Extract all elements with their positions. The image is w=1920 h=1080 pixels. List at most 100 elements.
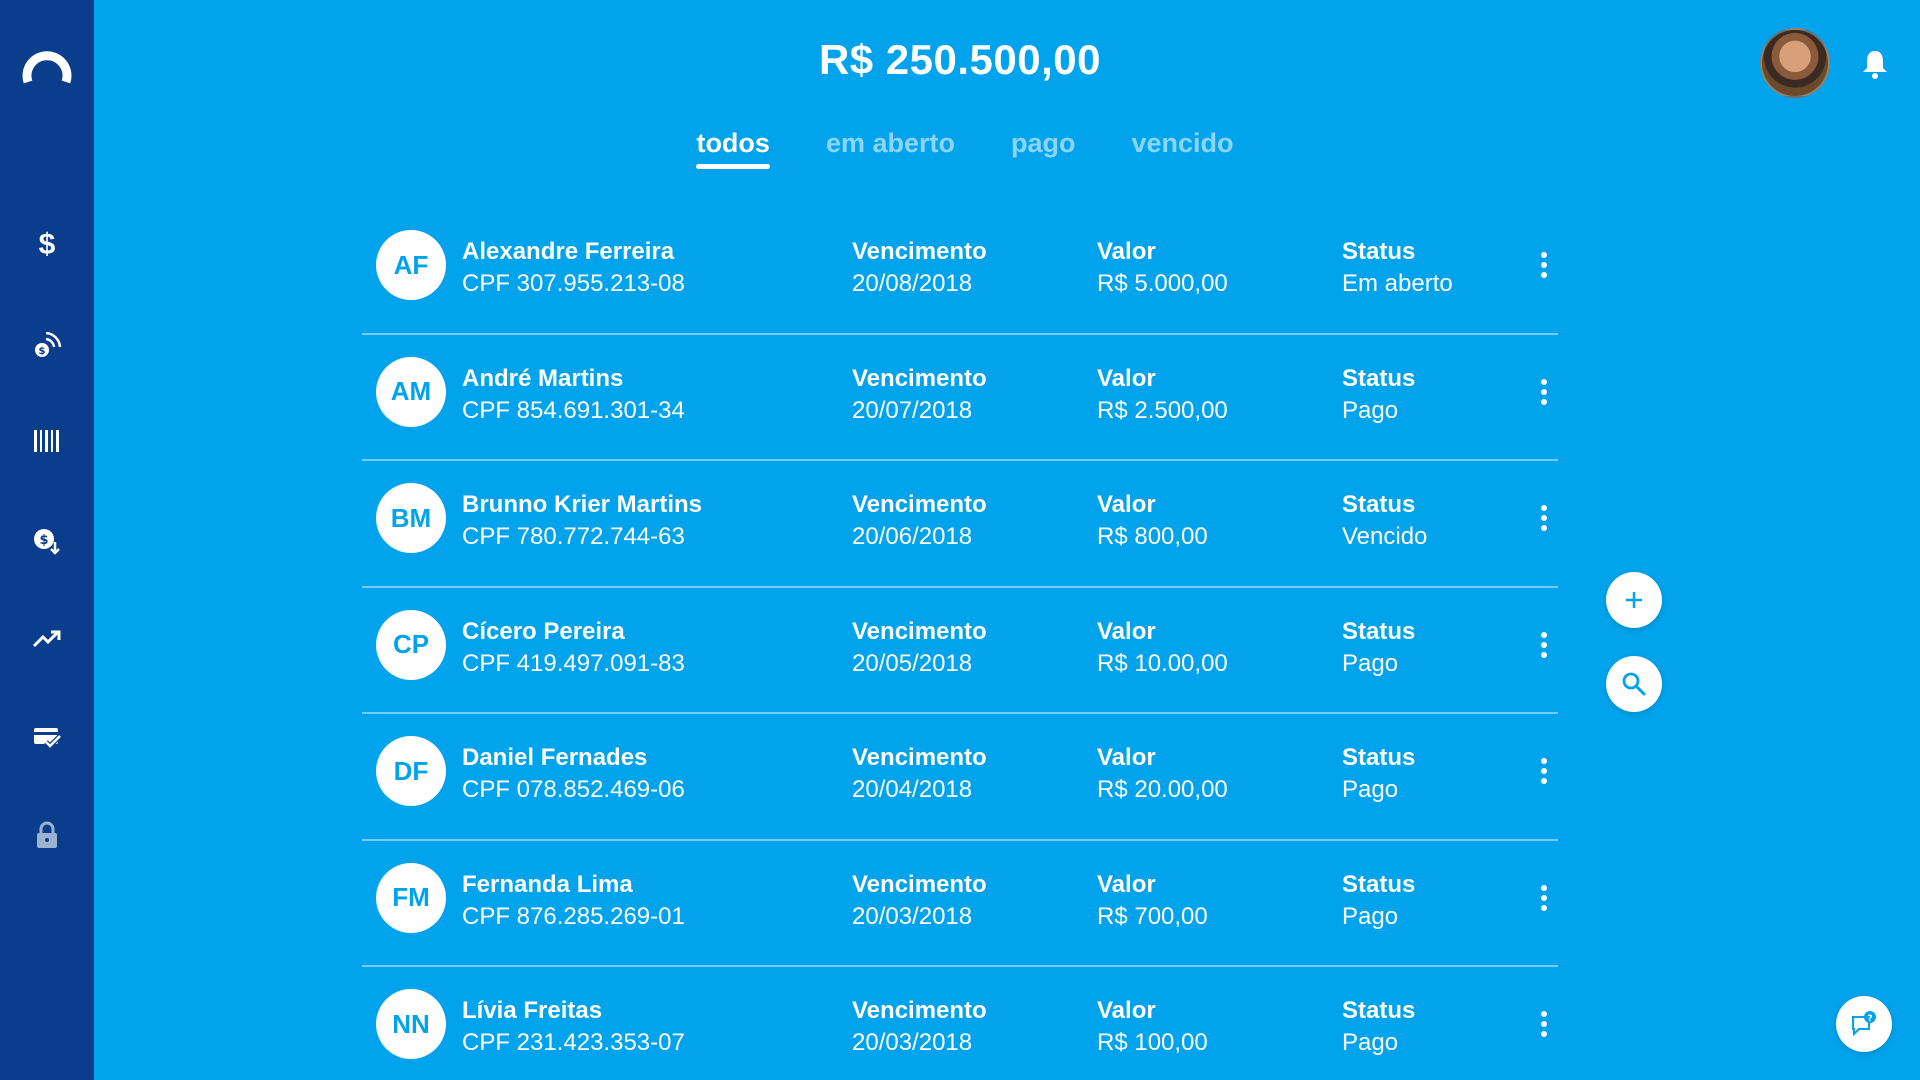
tab-vencido[interactable]: vencido [1132,128,1234,169]
amount-value: R$ 5.000,00 [1097,270,1228,297]
due-label: Vencimento [852,238,987,265]
status-label: Status [1342,491,1416,518]
amount: Valor R$ 10.00,00 [1097,616,1228,680]
card-check-icon [34,728,62,750]
due-label: Vencimento [852,491,987,518]
bell-icon[interactable] [1860,48,1890,80]
amount-value: R$ 800,00 [1097,523,1208,550]
due-value: 20/03/2018 [852,902,973,930]
status-label: Status [1342,617,1416,645]
status: Status Pago [1342,869,1415,933]
amount: Valor R$ 100,00 [1097,995,1208,1059]
customer-cpf: CPF 419.497.091-83 [462,649,685,677]
chat-help-icon: ? [1852,1011,1876,1037]
amount-label: Valor [1097,238,1156,265]
due-value: 20/06/2018 [852,523,973,550]
list-item[interactable]: FM Fernanda Lima CPF 876.285.269-01 Venc… [362,841,1558,967]
status: Status Pago [1342,616,1415,680]
amount-value: R$ 100,00 [1097,1029,1208,1056]
list-item[interactable]: AF Alexandre Ferreira CPF 307.955.213-08… [362,208,1558,335]
tab-todos[interactable]: todos [696,128,770,169]
due-label: Vencimento [852,744,987,771]
customer-name: André Martins [462,364,624,392]
more-options-icon[interactable] [1532,881,1556,915]
due-date: Vencimento 20/07/2018 [852,363,987,427]
customer-cpf: CPF 078.852.469-06 [462,776,685,803]
customer-info: Fernanda Lima CPF 876.285.269-01 [462,869,685,933]
due-date: Vencimento 20/03/2018 [852,869,987,933]
customer-info: Lívia Freitas CPF 231.423.353-07 [462,995,685,1059]
list-item[interactable]: AM André Martins CPF 854.691.301-34 Venc… [362,335,1558,461]
status-value: Pago [1342,902,1399,930]
withdraw-money-icon: $ [34,529,60,555]
amount-label: Valor [1097,364,1156,392]
due-value: 20/04/2018 [852,776,973,803]
customer-name: Alexandre Ferreira [462,238,675,265]
amount: Valor R$ 20.00,00 [1097,742,1228,806]
payment-signal-icon: $ [35,331,62,357]
barcode-icon [34,430,59,452]
due-value: 20/05/2018 [852,649,973,677]
customer-info: Cícero Pereira CPF 419.497.091-83 [462,616,685,680]
more-options-icon[interactable] [1532,375,1556,409]
avatar-initials: DF [376,736,446,806]
invoice-list: AF Alexandre Ferreira CPF 307.955.213-08… [362,208,1558,1080]
sidebar-item-security[interactable] [22,810,72,860]
svg-text:?: ? [1867,1014,1872,1024]
search-button[interactable] [1606,656,1662,712]
list-item[interactable]: NN Lívia Freitas CPF 231.423.353-07 Venc… [362,967,1558,1080]
amount-label: Valor [1097,491,1156,518]
lock-icon [37,821,57,848]
amount: Valor R$ 800,00 [1097,489,1208,553]
customer-name: Brunno Krier Martins [462,491,703,518]
status-value: Em aberto [1342,270,1453,297]
due-value: 20/08/2018 [852,270,973,297]
tab-pago[interactable]: pago [1011,128,1076,169]
due-label: Vencimento [852,997,987,1024]
amount-label: Valor [1097,997,1156,1024]
sidebar-item-barcode[interactable] [22,416,72,466]
amount-value: R$ 10.00,00 [1097,649,1228,677]
customer-cpf: CPF 307.955.213-08 [462,270,685,297]
customer-info: Alexandre Ferreira CPF 307.955.213-08 [462,236,685,300]
list-item[interactable]: CP Cícero Pereira CPF 419.497.091-83 Ven… [362,588,1558,714]
more-options-icon[interactable] [1532,1007,1556,1041]
avatar-initials: CP [376,609,446,680]
total-balance: R$ 250.500,00 [818,36,1102,83]
more-options-icon[interactable] [1532,628,1556,662]
sidebar-item-cards[interactable] [22,712,72,762]
avatar-initials: FM [376,862,446,933]
customer-name: Cícero Pereira [462,617,625,645]
status: Status Em aberto [1342,236,1453,300]
sidebar-item-analytics[interactable] [22,614,72,664]
more-options-icon[interactable] [1532,248,1556,282]
amount-value: R$ 20.00,00 [1097,776,1228,803]
status-label: Status [1342,744,1416,771]
status-value: Pago [1342,396,1399,424]
customer-name: Lívia Freitas [462,997,603,1024]
due-date: Vencimento 20/05/2018 [852,616,987,680]
status-label: Status [1342,870,1416,898]
help-chat-button[interactable]: ? [1836,996,1892,1052]
user-avatar[interactable] [1760,28,1830,98]
list-item[interactable]: DF Daniel Fernades CPF 078.852.469-06 Ve… [362,714,1558,841]
svg-text:$: $ [39,346,46,357]
due-date: Vencimento 20/04/2018 [852,742,987,806]
status: Status Pago [1342,742,1415,806]
more-options-icon[interactable] [1532,501,1556,535]
avatar-initials: AM [376,356,446,427]
more-options-icon[interactable] [1532,754,1556,788]
due-date: Vencimento 20/03/2018 [852,995,987,1059]
sidebar-item-dollar[interactable]: $ [22,220,72,270]
amount: Valor R$ 700,00 [1097,869,1208,933]
plus-icon [1626,592,1642,608]
tab-em-aberto[interactable]: em aberto [826,128,955,169]
customer-cpf: CPF 854.691.301-34 [462,396,685,424]
sidebar-item-receivables[interactable]: $ [22,320,72,370]
status-value: Pago [1342,649,1399,677]
amount-label: Valor [1097,744,1156,771]
amount-label: Valor [1097,870,1156,898]
list-item[interactable]: BM Brunno Krier Martins CPF 780.772.744-… [362,461,1558,588]
add-button[interactable] [1606,572,1662,628]
sidebar-item-withdraw[interactable]: $ [22,516,72,566]
